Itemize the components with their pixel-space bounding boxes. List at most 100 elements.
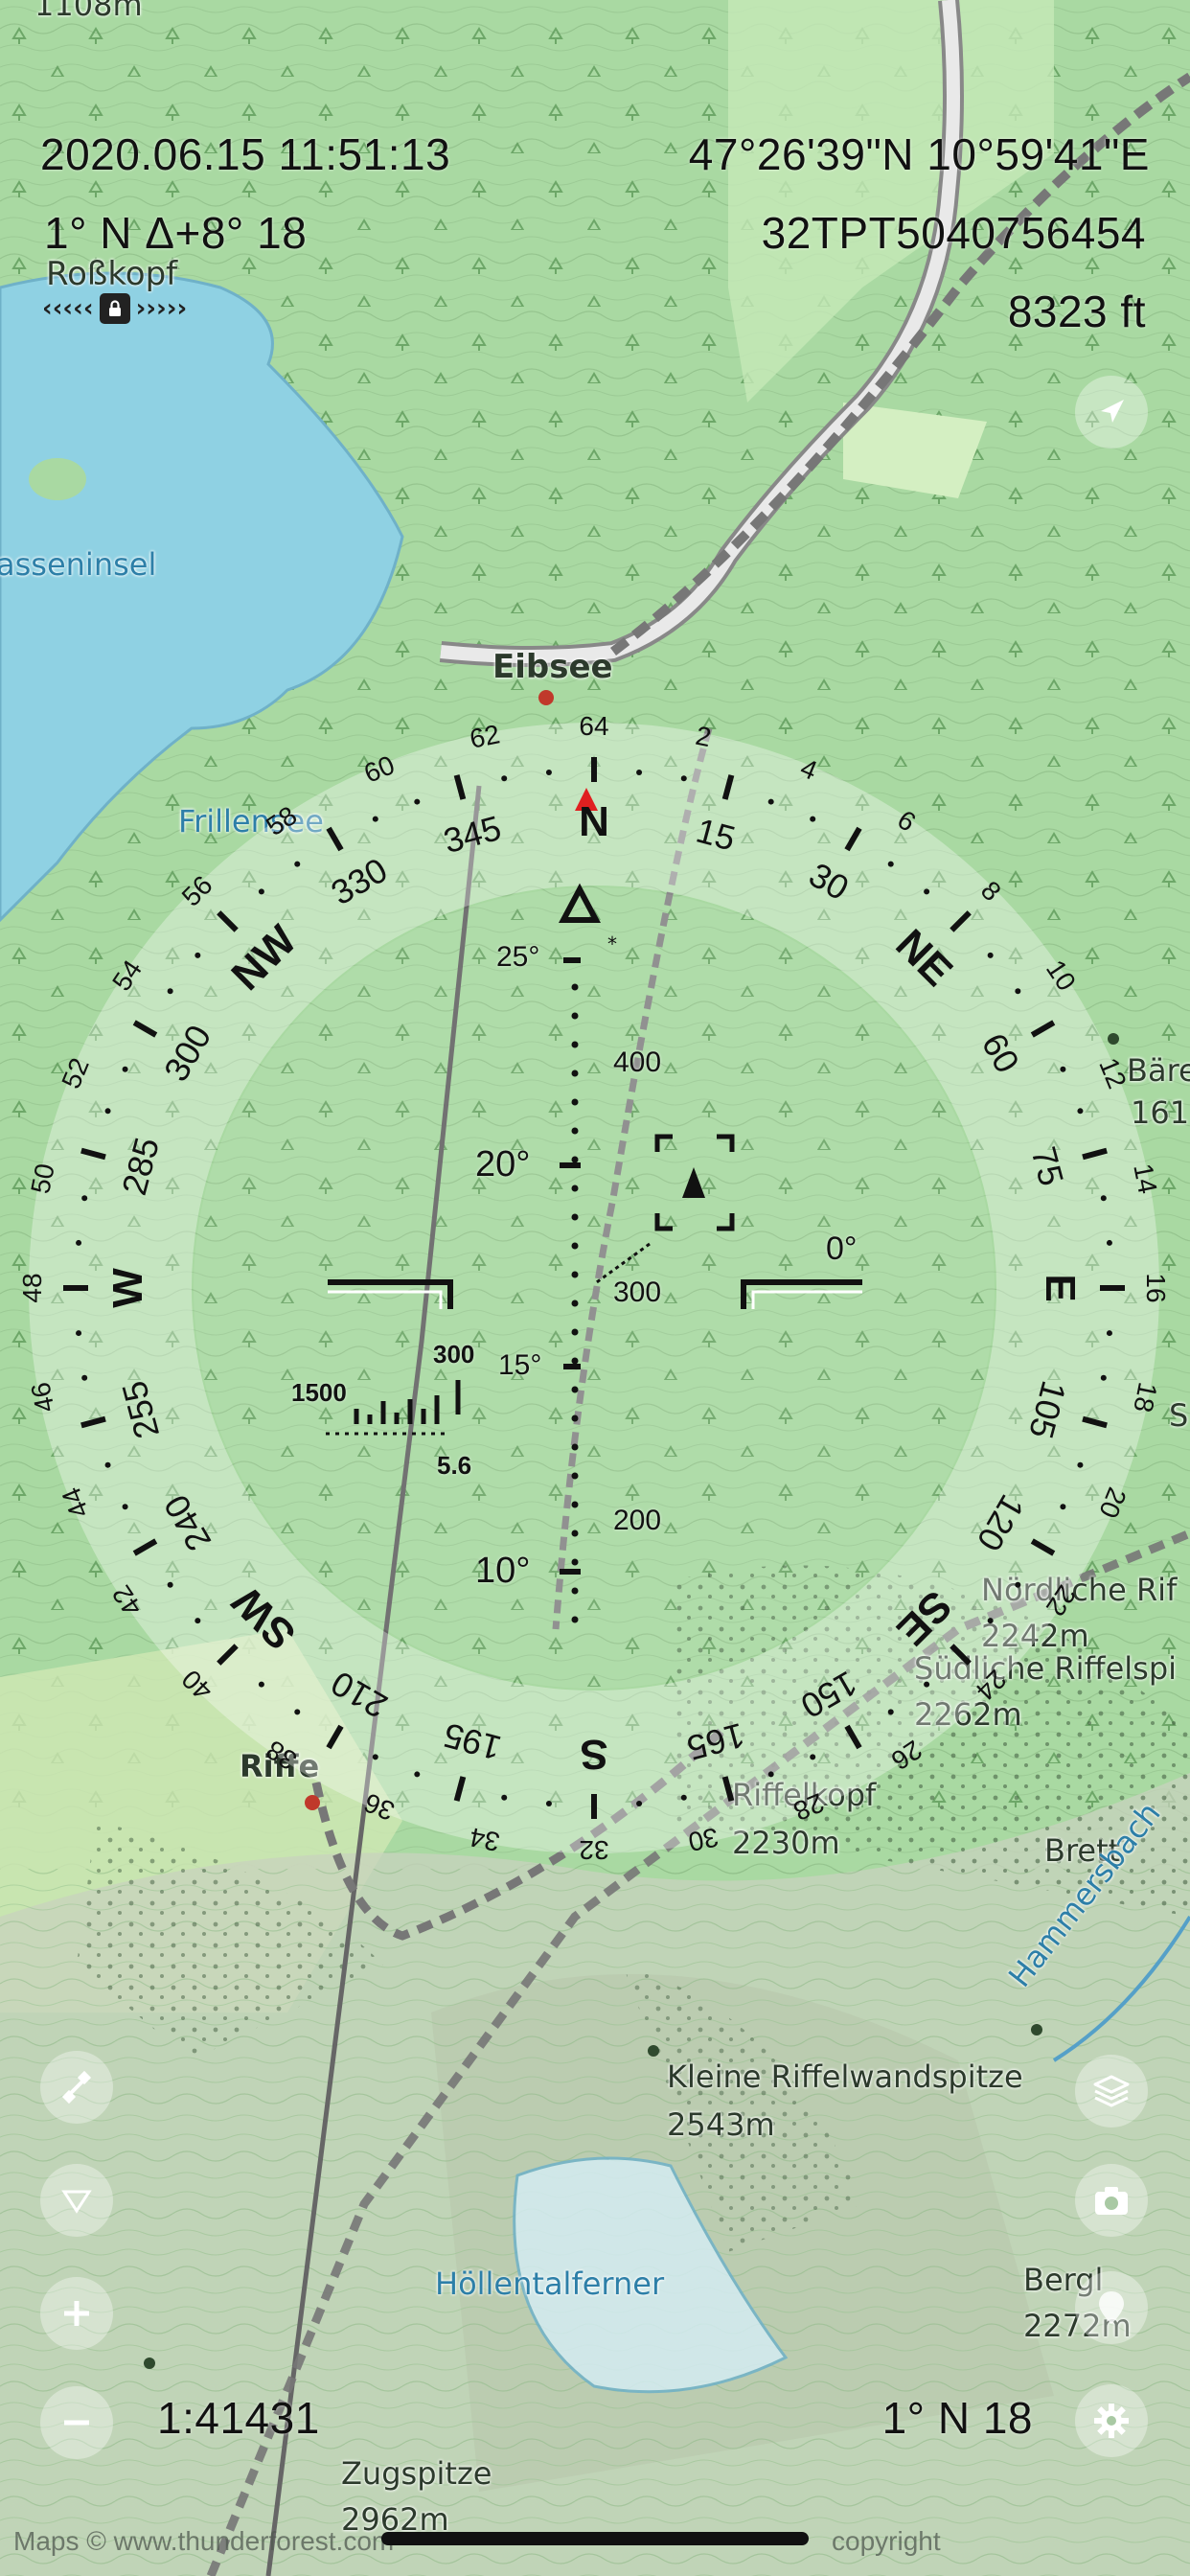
compass-minor-tick <box>810 816 816 822</box>
locate-button[interactable] <box>1075 376 1148 448</box>
compass-minor-tick <box>1060 1066 1066 1072</box>
pitch-ladder-dot <box>571 1184 579 1192</box>
compass-minor-tick <box>767 798 774 805</box>
compass-minor-tick <box>167 988 173 995</box>
compass-minor-tick <box>636 1800 643 1806</box>
pitch-ladder-dot <box>571 1070 579 1077</box>
gear-icon <box>1094 2404 1129 2438</box>
compass-minor-tick <box>501 775 508 782</box>
camera-icon <box>1095 2187 1128 2215</box>
distance-label-400: 400 <box>613 1046 662 1078</box>
heading-display: 1° N Δ+8° 18 <box>44 208 308 258</box>
pitch-ladder-dot <box>571 1443 579 1451</box>
pitch-ladder-dot <box>571 1558 579 1566</box>
coordinates-display[interactable]: 47°26'39"N 10°59'41"E <box>689 128 1150 180</box>
pitch-ladder-dot <box>571 1530 579 1537</box>
distance-label-300: 300 <box>613 1276 662 1308</box>
compass-minor-tick <box>167 1581 173 1588</box>
compass-minor-tick <box>924 888 930 895</box>
svg-text:*: * <box>607 932 617 955</box>
compass-minor-tick <box>104 1461 111 1468</box>
compass-minor-tick <box>81 1195 88 1202</box>
map-copyright[interactable]: copyright <box>832 2526 941 2557</box>
pitch-ladder-dot <box>571 983 579 991</box>
camera-button[interactable] <box>1075 2164 1148 2237</box>
compass-minor-tick <box>258 1681 264 1688</box>
compass-minor-tick <box>924 1681 930 1688</box>
pitch-ladder-dot <box>571 1472 579 1480</box>
compass-minor-tick <box>258 888 264 895</box>
compass-minor-tick <box>414 1771 421 1778</box>
compass-minor-tick <box>1015 988 1021 995</box>
pitch-ladder-dot <box>571 1587 579 1595</box>
pitch-ladder-dot <box>571 1127 579 1135</box>
target-name: Roßkopf <box>46 255 178 293</box>
chevrons-left-icon: ‹‹‹‹‹ <box>42 294 94 323</box>
satellite-icon <box>61 2070 92 2104</box>
compass-minor-tick <box>767 1771 774 1778</box>
triangle-button[interactable] <box>40 2164 113 2237</box>
bottom-heading: 1° N 18 <box>881 2393 1033 2443</box>
pitch-label-10: 10° <box>475 1551 531 1591</box>
compass-overlay[interactable]: * <box>0 0 1190 2576</box>
altitude-display: 8323 ft <box>1007 287 1146 336</box>
compass-minor-tick <box>294 861 301 867</box>
pitch-ladder-dot <box>571 1012 579 1020</box>
compass-minor-tick <box>545 770 552 776</box>
compass-minor-tick <box>81 1374 88 1381</box>
compass-minor-tick <box>887 1709 894 1715</box>
pitch-ladder-dot <box>571 1328 579 1336</box>
pitch-label-20: 20° <box>475 1144 531 1184</box>
grid-reference-display[interactable]: 32TPT5040756454 <box>762 207 1146 259</box>
pitch-ladder-dot <box>571 1156 579 1163</box>
rangefinder-left-label: 1500 <box>291 1378 347 1407</box>
distance-label-200: 200 <box>613 1505 662 1536</box>
pitch-label-15: 15° <box>498 1349 542 1381</box>
compass-minor-tick <box>294 1709 301 1715</box>
pitch-ladder-dot <box>571 1271 579 1278</box>
compass-minor-tick <box>1077 1461 1084 1468</box>
compass-minor-tick <box>104 1108 111 1115</box>
compass-minor-tick <box>1077 1108 1084 1115</box>
pitch-ladder-dot <box>571 1300 579 1307</box>
compass-minor-tick <box>372 1754 378 1760</box>
minus-icon <box>64 2420 89 2426</box>
compass-inner-disc <box>194 887 995 1689</box>
compass-minor-tick <box>122 1504 128 1510</box>
compass-minor-tick <box>1100 1195 1107 1202</box>
home-indicator[interactable] <box>381 2532 809 2545</box>
compass-minor-tick <box>122 1066 128 1072</box>
pitch-ladder-dot <box>571 1616 579 1623</box>
compass-minor-tick <box>195 1618 201 1624</box>
compass-minor-tick <box>987 952 994 958</box>
chevrons-right-icon: ››››› <box>135 294 188 323</box>
rangefinder-bottom-label: 5.6 <box>437 1451 472 1480</box>
waypoint-button[interactable] <box>1075 2271 1148 2344</box>
zoom-in-button[interactable] <box>40 2277 113 2350</box>
plus-icon <box>64 2301 89 2326</box>
compass-minor-tick <box>636 770 643 776</box>
pitch-ladder-dot <box>571 1041 579 1048</box>
pitch-ladder-dot <box>571 1213 579 1221</box>
pitch-ladder-dot <box>571 1098 579 1106</box>
lock-icon <box>99 293 130 324</box>
compass-mode-button[interactable] <box>40 2051 113 2124</box>
rangefinder-top-label: 300 <box>433 1340 475 1368</box>
waypoint-icon <box>1099 2291 1124 2324</box>
compass-minor-tick <box>372 816 378 822</box>
zoom-out-button[interactable] <box>40 2386 113 2459</box>
compass-minor-tick <box>76 1239 82 1246</box>
pitch-ladder-dot <box>571 1242 579 1250</box>
compass-minor-tick <box>1106 1239 1112 1246</box>
compass-minor-tick <box>545 1800 552 1806</box>
target-lock-row[interactable]: ‹‹‹‹‹ ››››› <box>42 293 187 324</box>
settings-button[interactable] <box>1075 2384 1148 2457</box>
compass-minor-tick <box>887 861 894 867</box>
pitch-label-25: 25° <box>496 941 540 973</box>
layers-button[interactable] <box>1075 2055 1148 2128</box>
location-arrow-icon <box>1101 400 1124 423</box>
compass-minor-tick <box>1106 1330 1112 1337</box>
triangle-down-icon <box>61 2190 92 2214</box>
pitch-ladder-dot <box>571 1501 579 1508</box>
map-attribution[interactable]: Maps © www.thunderforest.com <box>13 2526 394 2557</box>
